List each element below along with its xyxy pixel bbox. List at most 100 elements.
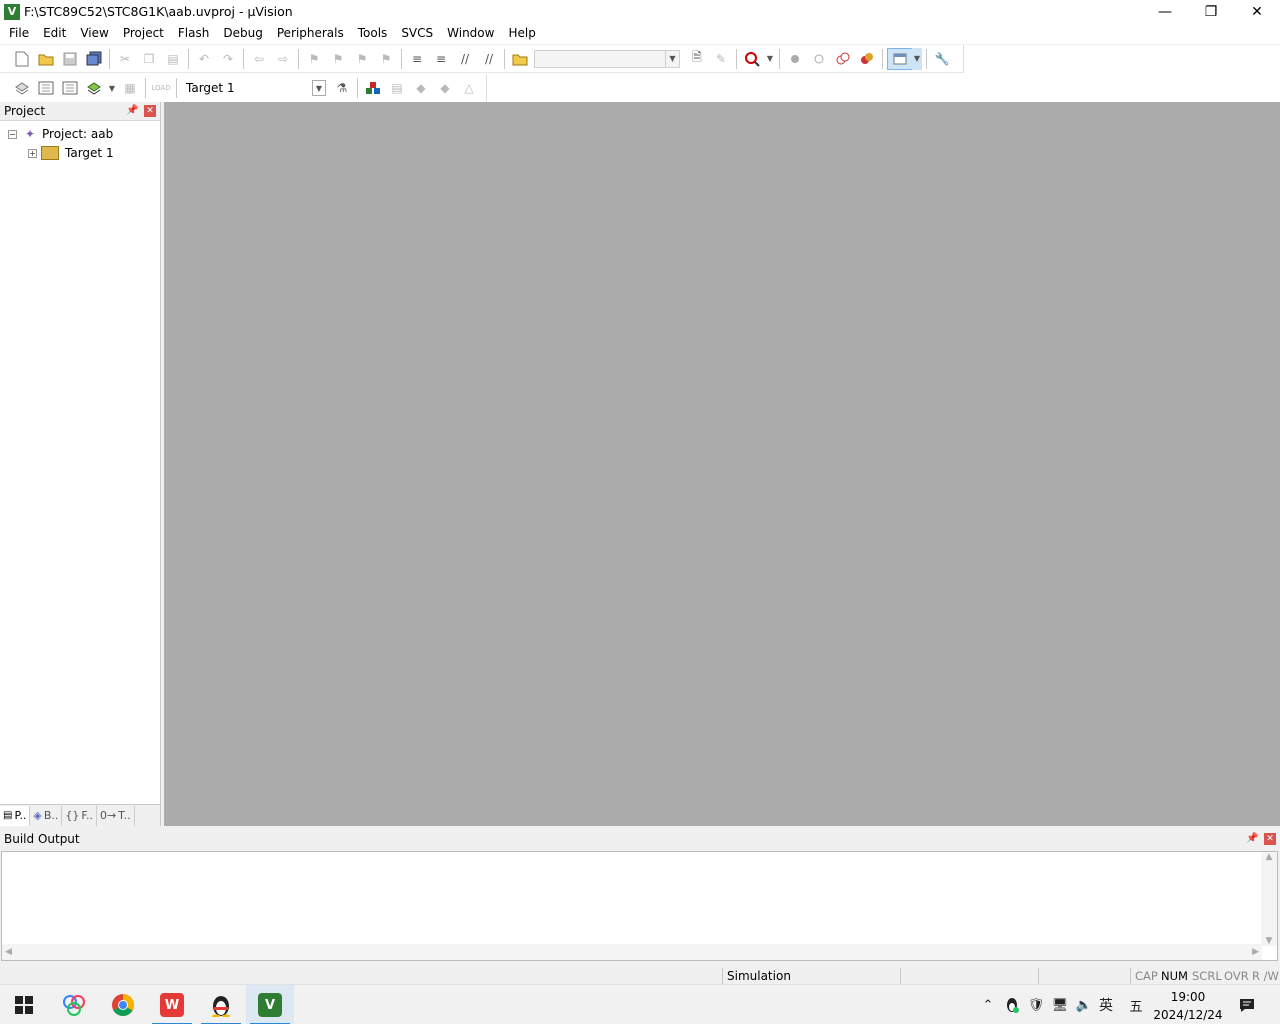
vertical-scrollbar[interactable]: ▲ ▼ <box>1261 852 1277 946</box>
security-shield-icon[interactable]: 🛡 <box>1026 985 1046 1024</box>
scroll-left-icon[interactable]: ◀ <box>5 947 12 957</box>
window-layout-icon[interactable] <box>887 47 913 70</box>
find-in-files-icon[interactable] <box>509 48 531 70</box>
scroll-up-icon[interactable]: ▲ <box>1266 852 1273 862</box>
tab-functions[interactable]: {} F.. <box>62 805 97 826</box>
volume-icon[interactable]: 🔈 <box>1074 985 1094 1024</box>
disable-all-breakpoints-icon[interactable] <box>832 48 854 70</box>
copy-icon[interactable]: ❐ <box>138 48 160 70</box>
taskbar-app-qq[interactable] <box>197 985 245 1024</box>
ime-mode-indicator[interactable]: 五 <box>1126 985 1146 1024</box>
close-icon[interactable]: ✕ <box>144 105 156 117</box>
menu-tools[interactable]: Tools <box>351 23 395 44</box>
find-combo[interactable]: ▼ <box>534 49 680 68</box>
pin-icon[interactable]: 📌 <box>126 105 138 116</box>
configure-icon[interactable]: 🔧 <box>931 48 953 70</box>
taskbar-app-chrome[interactable] <box>99 985 147 1024</box>
window-layout-dropdown-icon[interactable]: ▼ <box>912 47 922 70</box>
batch-build-dropdown-icon[interactable]: ▼ <box>107 77 117 99</box>
paste-icon[interactable]: ▤ <box>162 48 184 70</box>
open-file-icon[interactable] <box>35 48 57 70</box>
tab-templates[interactable]: 0→ T.. <box>97 805 135 826</box>
menu-debug[interactable]: Debug <box>216 23 269 44</box>
cut-icon[interactable]: ✂ <box>114 48 136 70</box>
rebuild-icon[interactable] <box>59 77 81 99</box>
build-icon[interactable] <box>35 77 57 99</box>
horizontal-scrollbar[interactable]: ◀ ▶ <box>2 944 1262 960</box>
bookmark-next-icon[interactable]: ⚑ <box>351 48 373 70</box>
start-button[interactable] <box>0 985 48 1024</box>
taskbar-app-wps[interactable]: W <box>148 985 196 1024</box>
options-for-target-icon[interactable]: ⚗ <box>331 77 353 99</box>
kill-all-breakpoints-icon[interactable] <box>856 48 878 70</box>
tab-project[interactable]: ▤ P.. <box>0 805 31 826</box>
uncomment-icon[interactable]: // <box>478 48 500 70</box>
menu-help[interactable]: Help <box>501 23 542 44</box>
menu-edit[interactable]: Edit <box>36 23 73 44</box>
taskbar-clock[interactable]: 19:00 2024/12/24 <box>1148 988 1228 1024</box>
notification-center-icon[interactable] <box>1236 985 1258 1024</box>
insert-breakpoint-icon[interactable] <box>784 48 806 70</box>
bookmark-clear-icon[interactable]: ⚑ <box>375 48 397 70</box>
title-bar: V F:\STC89C52\STC8G1K\aab.uvproj - µVisi… <box>0 0 1280 23</box>
scroll-right-icon[interactable]: ▶ <box>1252 947 1259 957</box>
manage-rte-icon[interactable]: ◆ <box>434 77 456 99</box>
manage-project-items-icon[interactable] <box>362 77 384 99</box>
find-icon[interactable]: 🗎 <box>686 48 708 70</box>
download-icon[interactable]: LOAD <box>150 77 172 99</box>
build-toolbar: ▼ ▦ LOAD Target 1 ▼ ⚗ ▤ ◆ ◆ △ <box>0 74 487 102</box>
pin-icon[interactable]: 📌 <box>1246 833 1258 844</box>
enable-breakpoint-icon[interactable] <box>808 48 830 70</box>
comment-icon[interactable]: // <box>454 48 476 70</box>
build-output-text[interactable]: ▲ ▼ ◀ ▶ <box>1 851 1278 961</box>
redo-icon[interactable]: ↷ <box>217 48 239 70</box>
close-button[interactable]: ✕ <box>1234 0 1280 23</box>
tree-item-target[interactable]: + Target 1 <box>28 146 114 160</box>
navigate-back-icon[interactable]: ⇦ <box>248 48 270 70</box>
collapse-icon[interactable]: − <box>8 129 17 139</box>
manage-environment-icon[interactable]: ▤ <box>386 77 408 99</box>
toolbar-separator <box>298 48 299 69</box>
scroll-down-icon[interactable]: ▼ <box>1266 936 1273 946</box>
undo-icon[interactable]: ↶ <box>193 48 215 70</box>
target-select[interactable]: Target 1 ▼ <box>183 79 327 97</box>
translate-icon[interactable] <box>11 77 33 99</box>
indent-icon[interactable]: ≡ <box>406 48 428 70</box>
network-icon[interactable]: 🖥 <box>1050 985 1070 1024</box>
menu-svcs[interactable]: SVCS <box>394 23 440 44</box>
editor-workspace[interactable] <box>164 102 1280 826</box>
expand-icon[interactable]: + <box>28 148 37 158</box>
bookmark-toggle-icon[interactable]: ⚑ <box>303 48 325 70</box>
new-file-icon[interactable] <box>11 48 33 70</box>
bookmark-previous-icon[interactable]: ⚑ <box>327 48 349 70</box>
taskbar-app-cloud[interactable] <box>50 985 98 1024</box>
show-hidden-icons[interactable]: ⌃ <box>980 985 996 1024</box>
save-all-icon[interactable] <box>83 48 105 70</box>
taskbar-app-uvision[interactable]: V <box>246 985 294 1024</box>
menu-view[interactable]: View <box>73 23 115 44</box>
restore-button[interactable]: ❐ <box>1188 0 1234 23</box>
menu-file[interactable]: File <box>0 23 36 44</box>
menu-project[interactable]: Project <box>116 23 171 44</box>
save-icon[interactable] <box>59 48 81 70</box>
debug-session-icon[interactable] <box>741 48 763 70</box>
batch-build-icon[interactable] <box>83 77 105 99</box>
menu-peripherals[interactable]: Peripherals <box>270 23 351 44</box>
navigate-forward-icon[interactable]: ⇨ <box>272 48 294 70</box>
ime-language-indicator[interactable]: 英 <box>1096 985 1116 1024</box>
close-icon[interactable]: ✕ <box>1264 833 1276 845</box>
pack-installer-icon[interactable]: △ <box>458 77 480 99</box>
select-packs-icon[interactable]: ◆ <box>410 77 432 99</box>
tab-books[interactable]: ◈ B.. <box>30 805 63 826</box>
menu-flash[interactable]: Flash <box>171 23 216 44</box>
debug-dropdown-icon[interactable]: ▼ <box>765 48 775 70</box>
qq-tray-icon[interactable] <box>1002 985 1022 1024</box>
menu-window[interactable]: Window <box>440 23 501 44</box>
build-output-header: Build Output 📌 ✕ <box>0 829 1280 849</box>
uvision-app-icon[interactable]: V <box>4 3 20 20</box>
minimize-button[interactable]: — <box>1142 0 1188 23</box>
unindent-icon[interactable]: ≡ <box>430 48 452 70</box>
incremental-find-icon[interactable]: ✎ <box>710 48 732 70</box>
stop-build-icon[interactable]: ▦ <box>119 77 141 99</box>
tree-item-project[interactable]: − ✦ Project: aab <box>8 126 113 142</box>
